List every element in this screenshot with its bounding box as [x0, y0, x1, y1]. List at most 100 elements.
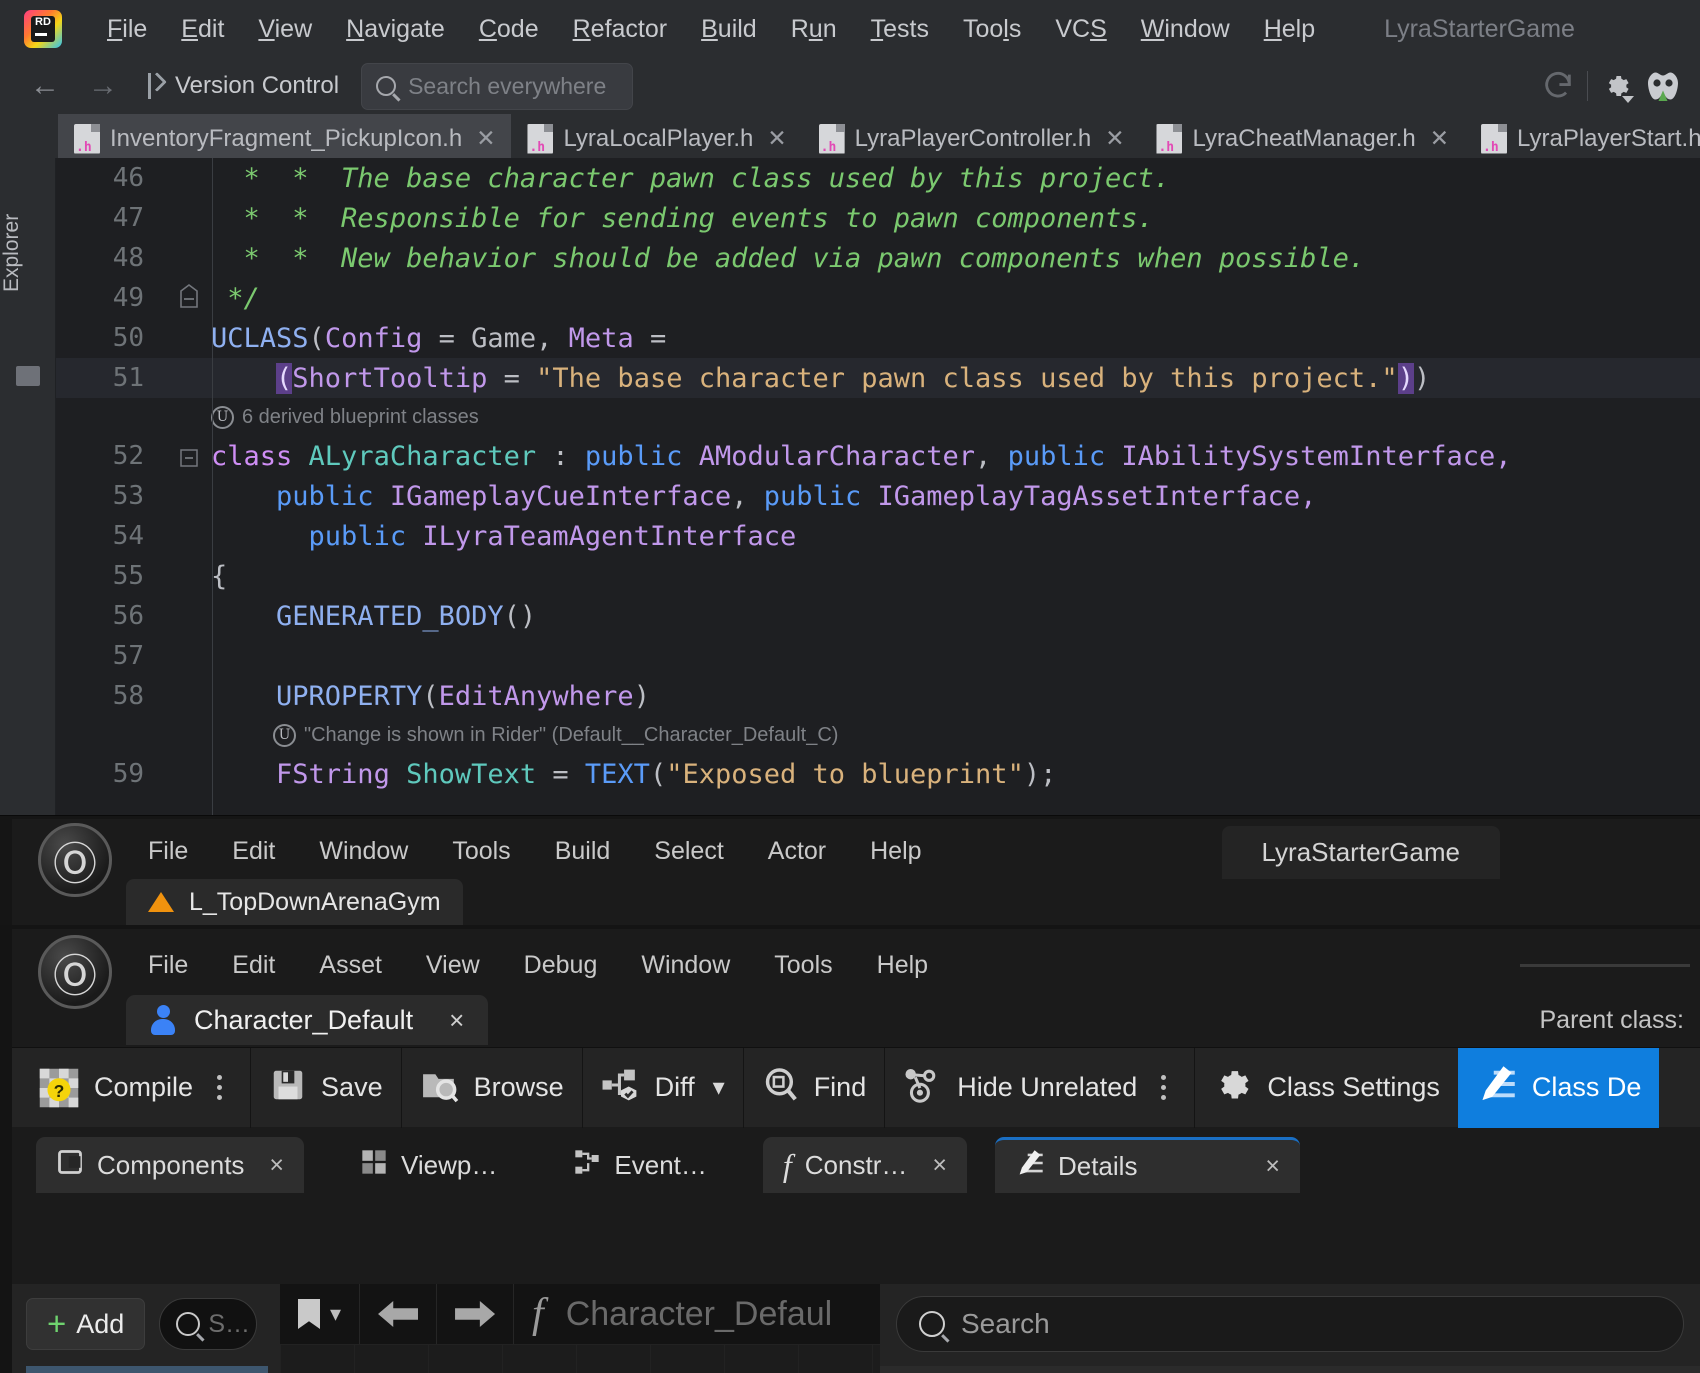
compile-button[interactable]: ? Compile — [12, 1047, 252, 1128]
code-text: * Responsible for sending events to pawn… — [292, 202, 1154, 234]
close-icon[interactable]: × — [932, 1151, 947, 1180]
level-tab[interactable]: L_TopDownArenaGym — [126, 879, 463, 925]
compile-options-kebab-icon[interactable] — [207, 1075, 232, 1100]
ue-project-tab[interactable]: LyraStarterGame — [1221, 826, 1500, 879]
refresh-icon[interactable] — [1535, 63, 1581, 109]
line-number: 58 — [112, 681, 144, 711]
bp-menu-tools[interactable]: Tools — [752, 951, 854, 980]
chevron-down-icon[interactable]: ▾ — [713, 1073, 725, 1102]
components-search-input[interactable]: S… — [159, 1298, 258, 1350]
ue-menu-tools[interactable]: Tools — [430, 837, 532, 866]
close-icon[interactable]: ✕ — [1105, 125, 1124, 152]
code-annotation-derived-classes[interactable]: U 6 derived blueprint classes — [56, 398, 1700, 436]
back-arrow-icon[interactable]: ← — [30, 71, 60, 101]
save-button[interactable]: Save — [251, 1047, 402, 1128]
menu-edit[interactable]: Edit — [164, 14, 241, 44]
menu-vcs[interactable]: VCS — [1038, 14, 1123, 44]
version-control-button[interactable]: Version Control — [146, 72, 339, 100]
line-number: 48 — [112, 243, 144, 273]
details-search-input[interactable]: Search — [896, 1296, 1684, 1352]
fold-gutter[interactable] — [166, 283, 211, 314]
editor-tab-1[interactable]: .h LyraLocalPlayer.h ✕ — [511, 114, 802, 163]
menu-build[interactable]: Build — [684, 14, 774, 44]
unreal-engine-logo-icon[interactable]: Ⓞ — [38, 935, 112, 1009]
bookmark-button[interactable]: ▾ — [280, 1284, 361, 1344]
menu-tests[interactable]: Tests — [854, 14, 946, 44]
menu-help[interactable]: Help — [1247, 14, 1332, 44]
close-icon[interactable]: ✕ — [1430, 125, 1449, 152]
close-icon[interactable]: ✕ — [767, 125, 786, 152]
asset-tab-character-default[interactable]: Character_Default × — [126, 995, 489, 1045]
gear-icon[interactable] — [1594, 63, 1640, 109]
forward-arrow-icon[interactable]: → — [88, 71, 118, 101]
unreal-plugin-icon[interactable] — [1640, 63, 1686, 109]
chevron-down-icon[interactable]: ▾ — [330, 1301, 341, 1327]
close-icon[interactable]: × — [449, 1005, 464, 1036]
code-token-showtext-var: ShowText — [406, 758, 537, 790]
tab-label: Viewp… — [401, 1149, 498, 1180]
diff-button[interactable]: Diff ▾ — [583, 1047, 744, 1128]
ue-menu-actor[interactable]: Actor — [746, 837, 848, 866]
add-component-button[interactable]: + Add — [26, 1298, 146, 1350]
ue-menu-help[interactable]: Help — [848, 837, 943, 866]
component-row-character-default[interactable]: Character_Defa — [26, 1366, 268, 1373]
tab-viewport[interactable]: Viewp… — [340, 1137, 517, 1193]
menu-refactor[interactable]: Refactor — [556, 14, 685, 44]
tab-construction-script[interactable]: f Constr… × — [762, 1137, 967, 1193]
editor-tab-3[interactable]: .h LyraCheatManager.h ✕ — [1140, 114, 1465, 163]
search-icon — [376, 76, 397, 96]
construction-script-graph[interactable]: ▾ f Character_Defaul — [280, 1284, 880, 1373]
unreal-engine-logo-icon[interactable]: Ⓞ — [38, 823, 112, 897]
explorer-tool-strip[interactable]: Explorer — [0, 158, 56, 815]
hide-unrelated-options-kebab-icon[interactable] — [1151, 1075, 1176, 1100]
close-icon[interactable]: × — [1265, 1152, 1280, 1181]
line-number: 57 — [112, 641, 144, 671]
ue-menu-edit[interactable]: Edit — [210, 837, 297, 866]
menu-view[interactable]: View — [241, 14, 329, 44]
components-tree[interactable]: Character_Defa Capsule Co — [26, 1366, 268, 1373]
annotation-label: "Change is shown in Rider" (Default__Cha… — [304, 723, 839, 746]
editor-tab-0[interactable]: .h InventoryFragment_PickupIcon.h ✕ — [58, 114, 512, 163]
menu-code[interactable]: Code — [462, 14, 556, 44]
graph-back-button[interactable] — [360, 1284, 438, 1344]
graph-grid[interactable] — [280, 1344, 880, 1373]
editor-tab-4[interactable]: .h LyraPlayerStart.h ✕ — [1465, 114, 1700, 163]
blueprint-panel-tab-bar: Components × Viewp… Event… f Constr… × D… — [12, 1127, 1700, 1193]
find-button[interactable]: Find — [744, 1047, 886, 1128]
hide-unrelated-button[interactable]: Hide Unrelated — [885, 1047, 1196, 1128]
graph-forward-button[interactable] — [437, 1284, 515, 1344]
menu-navigate[interactable]: Navigate — [329, 14, 462, 44]
search-everywhere-input[interactable]: Search everywhere — [361, 62, 634, 110]
close-icon[interactable]: × — [269, 1151, 284, 1180]
bp-menu-debug[interactable]: Debug — [502, 951, 620, 980]
class-defaults-button[interactable]: Class De — [1457, 1047, 1660, 1128]
menu-tools[interactable]: Tools — [946, 14, 1038, 44]
bp-menu-view[interactable]: View — [404, 951, 502, 980]
details-category-lyra-character[interactable]: Lyra Character — [880, 1366, 1700, 1373]
tab-details[interactable]: Details × — [994, 1137, 1300, 1193]
menu-run[interactable]: Run — [774, 14, 854, 44]
details-panel: Search Lyra Character Show Text Change i… — [880, 1284, 1700, 1373]
ue-menu-build[interactable]: Build — [533, 837, 633, 866]
tab-components[interactable]: Components × — [36, 1137, 305, 1193]
fold-gutter[interactable] — [166, 444, 211, 468]
bp-menu-asset[interactable]: Asset — [297, 951, 404, 980]
folder-icon[interactable] — [16, 366, 40, 386]
tab-event-graph[interactable]: Event… — [553, 1137, 727, 1193]
class-settings-button[interactable]: Class Settings — [1195, 1048, 1458, 1128]
code-canvas[interactable]: 46 * * The base character pawn class use… — [56, 158, 1700, 815]
bp-menu-window[interactable]: Window — [619, 951, 752, 980]
browse-button[interactable]: Browse — [402, 1047, 583, 1128]
menu-window[interactable]: Window — [1124, 14, 1247, 44]
bp-menu-file[interactable]: File — [126, 951, 210, 980]
close-icon[interactable]: ✕ — [476, 125, 495, 152]
code-annotation-blueprint-value[interactable]: U "Change is shown in Rider" (Default__Ch… — [56, 716, 1700, 754]
editor-tab-2[interactable]: .h LyraPlayerController.h ✕ — [803, 114, 1141, 163]
ue-menu-file[interactable]: File — [126, 837, 210, 866]
bp-menu-edit[interactable]: Edit — [210, 951, 297, 980]
bp-menu-help[interactable]: Help — [855, 951, 950, 980]
ue-menu-window[interactable]: Window — [297, 837, 430, 866]
menu-file[interactable]: File — [90, 14, 164, 44]
unreal-level-editor-window: Ⓞ File Edit Window Tools Build Select Ac… — [0, 815, 1700, 925]
ue-menu-select[interactable]: Select — [632, 837, 745, 866]
